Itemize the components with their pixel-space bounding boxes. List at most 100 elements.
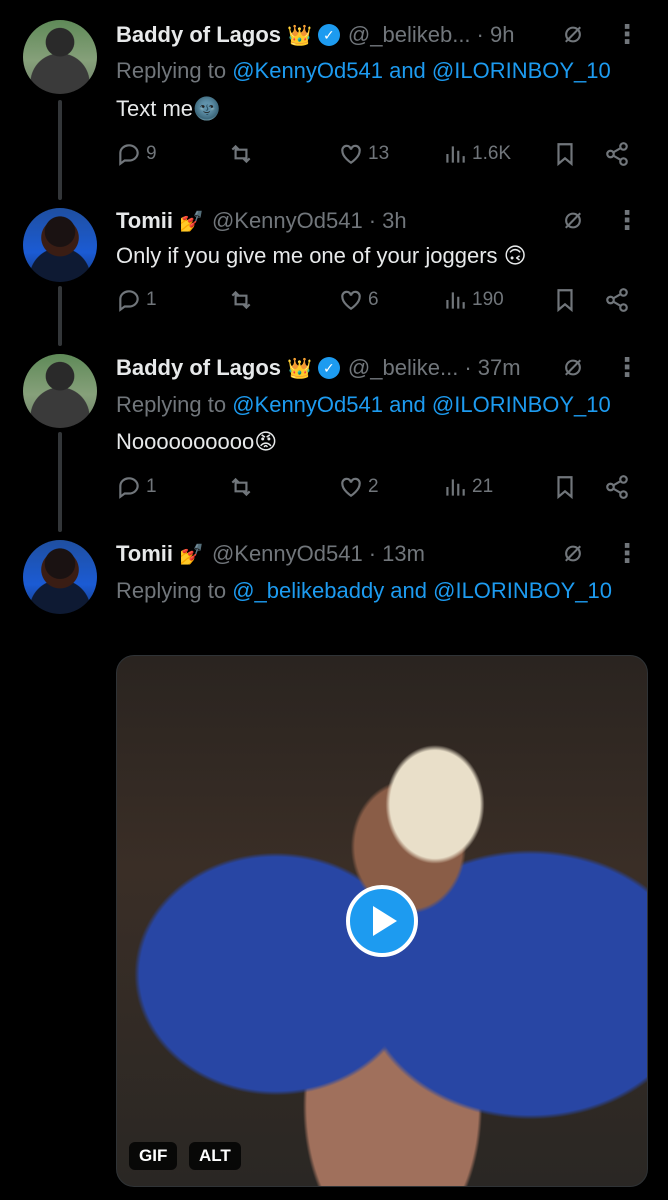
replying-users[interactable]: @_belikebaddy and @ILORINBOY_10 xyxy=(232,578,612,603)
reply-icon xyxy=(119,290,139,312)
display-name[interactable]: Tomii xyxy=(116,541,173,567)
tweet-header: Tomii 💅 @KennyOd541 · 13m xyxy=(116,537,638,571)
tweet[interactable]: Baddy of Lagos 👑 ✓ @_belikeb... · 9h ⌀ ⋮… xyxy=(0,0,668,190)
tweet-text: Text me🌚 xyxy=(116,96,221,121)
views-button[interactable]: 1.6K xyxy=(442,141,511,167)
bookmark-button[interactable] xyxy=(552,141,578,167)
like-count: 13 xyxy=(368,143,390,164)
reply-count: 1 xyxy=(146,289,157,310)
view-count: 1.6K xyxy=(472,143,512,164)
more-icon[interactable]: ⋮ xyxy=(614,536,640,570)
reply-button[interactable]: 9 xyxy=(116,141,157,167)
name-emoji: 💅 xyxy=(179,210,204,233)
share-icon xyxy=(606,475,628,499)
verified-badge-icon: ✓ xyxy=(317,24,340,46)
grok-icon[interactable]: ⌀ xyxy=(564,535,582,569)
share-button[interactable] xyxy=(604,287,630,313)
name-emoji: 👑 xyxy=(287,24,312,47)
like-button[interactable]: 2 xyxy=(338,474,379,500)
username-handle[interactable]: @_belike... xyxy=(348,355,458,381)
alt-badge[interactable]: ALT xyxy=(189,1142,241,1170)
verified-badge-icon: ✓ xyxy=(317,357,340,379)
gif-media[interactable]: GIF ALT xyxy=(116,655,648,1187)
replying-to: Replying to @_belikebaddy and @ILORINBOY… xyxy=(116,578,612,604)
reply-count: 1 xyxy=(146,476,157,497)
timestamp[interactable]: · 9h xyxy=(477,22,515,48)
replying-to: Replying to @KennyOd541 and @ILORINBOY_1… xyxy=(116,58,611,84)
views-icon xyxy=(446,292,465,309)
repost-button[interactable] xyxy=(228,141,254,167)
share-icon xyxy=(606,142,628,166)
replying-to: Replying to @KennyOd541 and @ILORINBOY_1… xyxy=(116,392,611,418)
replying-prefix: Replying to xyxy=(116,58,227,83)
avatar[interactable] xyxy=(23,354,97,428)
tweet-header: Tomii 💅 @KennyOd541 · 3h xyxy=(116,204,638,238)
play-icon[interactable] xyxy=(346,885,418,957)
like-count: 6 xyxy=(368,289,379,310)
heart-icon xyxy=(341,144,361,164)
reply-button[interactable]: 1 xyxy=(116,287,157,313)
gif-badge: GIF xyxy=(129,1142,178,1170)
avatar[interactable] xyxy=(23,208,97,282)
bookmark-button[interactable] xyxy=(552,287,578,313)
username-handle[interactable]: @_belikeb... xyxy=(348,22,471,48)
bookmark-icon xyxy=(557,143,573,167)
repost-icon xyxy=(231,477,251,497)
tweet-text: Only if you give me one of your joggers … xyxy=(116,243,527,268)
reply-icon xyxy=(119,144,139,166)
name-emoji: 💅 xyxy=(179,543,204,566)
share-icon xyxy=(606,288,628,312)
tweet-header: Baddy of Lagos 👑 ✓ @_belikeb... · 9h xyxy=(116,18,638,52)
display-name[interactable]: Baddy of Lagos xyxy=(116,22,281,48)
tweet[interactable]: Baddy of Lagos 👑 ✓ @_belike... · 37m ⌀ ⋮… xyxy=(0,340,668,528)
view-count: 21 xyxy=(472,476,494,497)
grok-icon[interactable]: ⌀ xyxy=(564,202,582,236)
tweet-text: Noooooooooo😡 xyxy=(116,429,278,454)
more-icon[interactable]: ⋮ xyxy=(614,350,640,384)
bookmark-icon xyxy=(557,476,573,500)
like-count: 2 xyxy=(368,476,379,497)
repost-icon xyxy=(231,144,251,164)
views-button[interactable]: 190 xyxy=(442,287,504,313)
grok-icon[interactable]: ⌀ xyxy=(564,349,582,383)
reply-count: 9 xyxy=(146,143,157,164)
reply-button[interactable]: 1 xyxy=(116,474,157,500)
tweet-header: Baddy of Lagos 👑 ✓ @_belike... · 37m xyxy=(116,351,638,385)
tweet[interactable]: Tomii 💅 @KennyOd541 · 3h ⌀ ⋮ Only if you… xyxy=(0,190,668,340)
like-button[interactable]: 6 xyxy=(338,287,379,313)
share-button[interactable] xyxy=(604,474,630,500)
views-icon xyxy=(446,146,465,163)
view-count: 190 xyxy=(472,289,504,310)
share-button[interactable] xyxy=(604,141,630,167)
display-name[interactable]: Baddy of Lagos xyxy=(116,355,281,381)
views-icon xyxy=(446,479,465,496)
timestamp[interactable]: · 37m xyxy=(464,355,520,381)
reply-icon xyxy=(119,477,139,499)
more-icon[interactable]: ⋮ xyxy=(614,17,640,51)
action-bar: 1 2 21 xyxy=(116,474,636,504)
avatar[interactable] xyxy=(23,20,97,94)
username-handle[interactable]: @KennyOd541 xyxy=(212,208,363,234)
bookmark-button[interactable] xyxy=(552,474,578,500)
action-bar: 1 6 190 xyxy=(116,287,636,317)
bookmark-icon xyxy=(557,289,573,313)
action-bar: 9 13 1.6K xyxy=(116,141,636,171)
grok-icon[interactable]: ⌀ xyxy=(564,16,582,50)
repost-button[interactable] xyxy=(228,474,254,500)
repost-button[interactable] xyxy=(228,287,254,313)
replying-prefix: Replying to xyxy=(116,392,227,417)
timestamp[interactable]: · 13m xyxy=(369,541,425,567)
username-handle[interactable]: @KennyOd541 xyxy=(212,541,363,567)
heart-icon xyxy=(341,477,361,497)
replying-users[interactable]: @KennyOd541 and @ILORINBOY_10 xyxy=(232,58,611,83)
timestamp[interactable]: · 3h xyxy=(369,208,407,234)
more-icon[interactable]: ⋮ xyxy=(614,203,640,237)
views-button[interactable]: 21 xyxy=(442,474,493,500)
heart-icon xyxy=(341,290,361,310)
display-name[interactable]: Tomii xyxy=(116,208,173,234)
replying-users[interactable]: @KennyOd541 and @ILORINBOY_10 xyxy=(232,392,611,417)
name-emoji: 👑 xyxy=(287,357,312,380)
repost-icon xyxy=(231,290,251,310)
like-button[interactable]: 13 xyxy=(338,141,389,167)
avatar[interactable] xyxy=(23,540,97,614)
